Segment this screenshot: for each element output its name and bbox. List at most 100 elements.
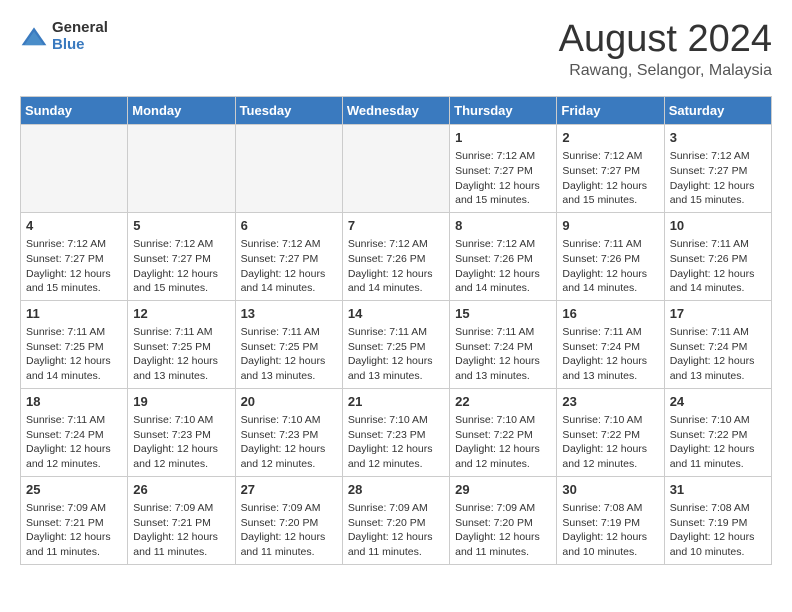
day-info: Sunrise: 7:10 AMSunset: 7:22 PMDaylight:… bbox=[562, 414, 647, 470]
header-sunday: Sunday bbox=[21, 97, 128, 125]
day-number: 14 bbox=[348, 305, 444, 323]
week-row-3: 11 Sunrise: 7:11 AMSunset: 7:25 PMDayligh… bbox=[21, 300, 772, 388]
calendar-cell: 8 Sunrise: 7:12 AMSunset: 7:26 PMDaylight… bbox=[450, 212, 557, 300]
calendar-cell: 30Sunrise: 7:08 AMSunset: 7:19 PMDayligh… bbox=[557, 476, 664, 564]
day-info: Sunrise: 7:10 AMSunset: 7:23 PMDaylight:… bbox=[348, 414, 433, 470]
calendar-table: SundayMondayTuesdayWednesdayThursdayFrid… bbox=[20, 96, 772, 565]
day-number: 23 bbox=[562, 393, 658, 411]
header-monday: Monday bbox=[128, 97, 235, 125]
logo-icon bbox=[20, 26, 48, 48]
calendar-cell: 12 Sunrise: 7:11 AMSunset: 7:25 PMDayligh… bbox=[128, 300, 235, 388]
day-info: Sunrise: 7:11 AMSunset: 7:25 PMDaylight:… bbox=[133, 326, 218, 382]
calendar-cell: 23 Sunrise: 7:10 AMSunset: 7:22 PMDayligh… bbox=[557, 388, 664, 476]
day-info: Sunrise: 7:11 AMSunset: 7:24 PMDaylight:… bbox=[670, 326, 755, 382]
calendar-cell: 3 Sunrise: 7:12 AMSunset: 7:27 PMDaylight… bbox=[664, 125, 771, 213]
day-info: Sunrise: 7:11 AMSunset: 7:26 PMDaylight:… bbox=[562, 238, 647, 294]
calendar-cell: 11 Sunrise: 7:11 AMSunset: 7:25 PMDayligh… bbox=[21, 300, 128, 388]
calendar-cell bbox=[128, 125, 235, 213]
day-info: Sunrise: 7:11 AMSunset: 7:24 PMDaylight:… bbox=[26, 414, 111, 470]
day-number: 4 bbox=[26, 217, 122, 235]
calendar-cell: 14Sunrise: 7:11 AMSunset: 7:25 PMDayligh… bbox=[342, 300, 449, 388]
day-number: 5 bbox=[133, 217, 229, 235]
day-number: 13 bbox=[241, 305, 337, 323]
day-info: Sunrise: 7:11 AMSunset: 7:25 PMDaylight:… bbox=[26, 326, 111, 382]
calendar-cell bbox=[21, 125, 128, 213]
calendar-cell: 26 Sunrise: 7:09 AMSunset: 7:21 PMDayligh… bbox=[128, 476, 235, 564]
day-number: 16 bbox=[562, 305, 658, 323]
header-thursday: Thursday bbox=[450, 97, 557, 125]
day-info: Sunrise: 7:12 AMSunset: 7:27 PMDaylight:… bbox=[133, 238, 218, 294]
logo-general: General bbox=[52, 20, 108, 37]
location-subtitle: Rawang, Selangor, Malaysia bbox=[559, 62, 772, 80]
calendar-cell: 19Sunrise: 7:10 AMSunset: 7:23 PMDayligh… bbox=[128, 388, 235, 476]
day-number: 2 bbox=[562, 129, 658, 147]
day-info: Sunrise: 7:10 AMSunset: 7:23 PMDaylight:… bbox=[241, 414, 326, 470]
day-number: 24 bbox=[670, 393, 766, 411]
day-info: Sunrise: 7:11 AMSunset: 7:24 PMDaylight:… bbox=[455, 326, 540, 382]
day-number: 1 bbox=[455, 129, 551, 147]
calendar-cell: 4 Sunrise: 7:12 AMSunset: 7:27 PMDaylight… bbox=[21, 212, 128, 300]
day-number: 28 bbox=[348, 481, 444, 499]
day-info: Sunrise: 7:12 AMSunset: 7:27 PMDaylight:… bbox=[455, 150, 540, 206]
logo-blue: Blue bbox=[52, 37, 108, 54]
day-number: 26 bbox=[133, 481, 229, 499]
calendar-cell: 25 Sunrise: 7:09 AMSunset: 7:21 PMDayligh… bbox=[21, 476, 128, 564]
day-number: 20 bbox=[241, 393, 337, 411]
calendar-cell: 24 Sunrise: 7:10 AMSunset: 7:22 PMDayligh… bbox=[664, 388, 771, 476]
day-number: 15 bbox=[455, 305, 551, 323]
calendar-cell: 7Sunrise: 7:12 AMSunset: 7:26 PMDaylight… bbox=[342, 212, 449, 300]
day-number: 17 bbox=[670, 305, 766, 323]
month-year-title: August 2024 bbox=[559, 20, 772, 58]
day-number: 12 bbox=[133, 305, 229, 323]
week-row-2: 4 Sunrise: 7:12 AMSunset: 7:27 PMDaylight… bbox=[21, 212, 772, 300]
day-number: 30 bbox=[562, 481, 658, 499]
week-row-5: 25 Sunrise: 7:09 AMSunset: 7:21 PMDayligh… bbox=[21, 476, 772, 564]
day-number: 21 bbox=[348, 393, 444, 411]
day-info: Sunrise: 7:09 AMSunset: 7:20 PMDaylight:… bbox=[455, 502, 540, 558]
title-block: August 2024 Rawang, Selangor, Malaysia bbox=[559, 20, 772, 80]
day-info: Sunrise: 7:12 AMSunset: 7:26 PMDaylight:… bbox=[455, 238, 540, 294]
calendar-cell: 1 Sunrise: 7:12 AMSunset: 7:27 PMDaylight… bbox=[450, 125, 557, 213]
week-row-4: 18 Sunrise: 7:11 AMSunset: 7:24 PMDayligh… bbox=[21, 388, 772, 476]
day-number: 10 bbox=[670, 217, 766, 235]
calendar-cell: 2 Sunrise: 7:12 AMSunset: 7:27 PMDaylight… bbox=[557, 125, 664, 213]
day-info: Sunrise: 7:09 AMSunset: 7:21 PMDaylight:… bbox=[133, 502, 218, 558]
calendar-cell bbox=[235, 125, 342, 213]
day-info: Sunrise: 7:09 AMSunset: 7:21 PMDaylight:… bbox=[26, 502, 111, 558]
calendar-cell: 13 Sunrise: 7:11 AMSunset: 7:25 PMDayligh… bbox=[235, 300, 342, 388]
calendar-header-row: SundayMondayTuesdayWednesdayThursdayFrid… bbox=[21, 97, 772, 125]
header-wednesday: Wednesday bbox=[342, 97, 449, 125]
day-info: Sunrise: 7:12 AMSunset: 7:27 PMDaylight:… bbox=[241, 238, 326, 294]
header-friday: Friday bbox=[557, 97, 664, 125]
day-info: Sunrise: 7:09 AMSunset: 7:20 PMDaylight:… bbox=[241, 502, 326, 558]
calendar-cell: 9 Sunrise: 7:11 AMSunset: 7:26 PMDaylight… bbox=[557, 212, 664, 300]
calendar-cell: 6Sunrise: 7:12 AMSunset: 7:27 PMDaylight… bbox=[235, 212, 342, 300]
calendar-cell: 29Sunrise: 7:09 AMSunset: 7:20 PMDayligh… bbox=[450, 476, 557, 564]
day-info: Sunrise: 7:10 AMSunset: 7:22 PMDaylight:… bbox=[670, 414, 755, 470]
day-info: Sunrise: 7:11 AMSunset: 7:25 PMDaylight:… bbox=[241, 326, 326, 382]
day-number: 8 bbox=[455, 217, 551, 235]
calendar-cell: 27Sunrise: 7:09 AMSunset: 7:20 PMDayligh… bbox=[235, 476, 342, 564]
calendar-cell: 5 Sunrise: 7:12 AMSunset: 7:27 PMDaylight… bbox=[128, 212, 235, 300]
day-number: 25 bbox=[26, 481, 122, 499]
calendar-cell: 28 Sunrise: 7:09 AMSunset: 7:20 PMDayligh… bbox=[342, 476, 449, 564]
day-number: 9 bbox=[562, 217, 658, 235]
calendar-cell: 20 Sunrise: 7:10 AMSunset: 7:23 PMDayligh… bbox=[235, 388, 342, 476]
day-info: Sunrise: 7:11 AMSunset: 7:24 PMDaylight:… bbox=[562, 326, 647, 382]
day-info: Sunrise: 7:08 AMSunset: 7:19 PMDaylight:… bbox=[670, 502, 755, 558]
day-info: Sunrise: 7:12 AMSunset: 7:27 PMDaylight:… bbox=[562, 150, 647, 206]
calendar-cell bbox=[342, 125, 449, 213]
day-info: Sunrise: 7:12 AMSunset: 7:27 PMDaylight:… bbox=[26, 238, 111, 294]
calendar-cell: 17 Sunrise: 7:11 AMSunset: 7:24 PMDayligh… bbox=[664, 300, 771, 388]
day-number: 22 bbox=[455, 393, 551, 411]
day-number: 11 bbox=[26, 305, 122, 323]
header-tuesday: Tuesday bbox=[235, 97, 342, 125]
day-info: Sunrise: 7:09 AMSunset: 7:20 PMDaylight:… bbox=[348, 502, 433, 558]
week-row-1: 1 Sunrise: 7:12 AMSunset: 7:27 PMDaylight… bbox=[21, 125, 772, 213]
day-info: Sunrise: 7:12 AMSunset: 7:27 PMDaylight:… bbox=[670, 150, 755, 206]
calendar-cell: 22Sunrise: 7:10 AMSunset: 7:22 PMDayligh… bbox=[450, 388, 557, 476]
day-number: 18 bbox=[26, 393, 122, 411]
header-saturday: Saturday bbox=[664, 97, 771, 125]
day-number: 3 bbox=[670, 129, 766, 147]
day-number: 31 bbox=[670, 481, 766, 499]
